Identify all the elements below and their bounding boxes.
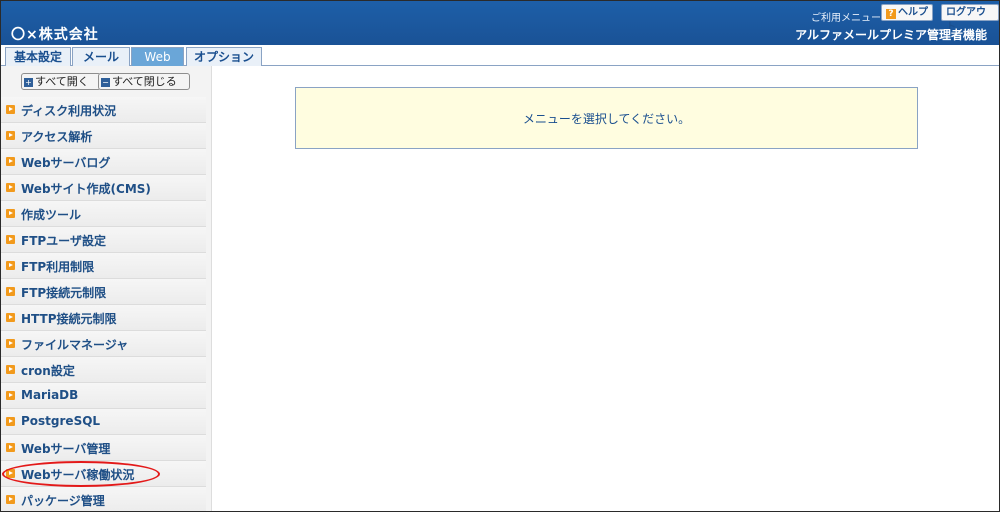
collapse-all-button[interactable]: − すべて閉じる [98,73,190,90]
sidebar-item-label: ファイルマネージャ [21,338,129,352]
sidebar-item-http-source-limits[interactable]: HTTP接続元制限 [1,305,206,331]
arrow-right-icon [6,209,15,218]
sidebar-item-cron-settings[interactable]: cron設定 [1,357,206,383]
sidebar-item-label: PostgreSQL [21,414,101,428]
sidebar-item-disk-usage[interactable]: ディスク利用状況 [1,97,206,123]
sidebar-item-ftp-source-limits[interactable]: FTP接続元制限 [1,279,206,305]
sidebar-item-label: cron設定 [21,364,75,378]
sidebar-menu: ディスク利用状況 アクセス解析 Webサーバログ Webサイト作成(CMS) 作… [1,97,206,511]
expand-icon: + [24,78,33,87]
sidebar-item-package-management[interactable]: パッケージ管理 [1,487,206,511]
arrow-right-icon [6,105,15,114]
arrow-right-icon [6,131,15,140]
sidebar-item-ftp-usage-limits[interactable]: FTP利用制限 [1,253,206,279]
sidebar-item-label: MariaDB [21,388,79,402]
arrow-right-icon [6,261,15,270]
header-bar: 〇×株式会社 ご利用メニュー ? ヘルプ ログアウト アルファメールプレミア管理者… [1,1,999,45]
sidebar-item-label: ディスク利用状況 [21,104,117,118]
sidebar-item-label: FTP接続元制限 [21,286,107,300]
arrow-right-icon [6,365,15,374]
collapse-all-label: すべて閉じる [112,75,177,88]
tab-mail[interactable]: メール [72,47,130,66]
select-menu-notice: メニューを選択してください。 [295,87,918,149]
sidebar-item-label: HTTP接続元制限 [21,312,117,326]
sidebar-item-web-server-management[interactable]: Webサーバ管理 [1,435,206,461]
usermenu-label: ご利用メニュー [811,13,881,24]
help-icon: ? [886,9,896,19]
arrow-right-icon [6,417,15,426]
sidebar-item-label: アクセス解析 [21,130,93,144]
arrow-right-icon [6,287,15,296]
sidebar-item-label: FTP利用制限 [21,260,95,274]
sidebar-item-label: FTPユーザ設定 [21,234,106,248]
app-window: 〇×株式会社 ご利用メニュー ? ヘルプ ログアウト アルファメールプレミア管理者… [0,0,1000,512]
arrow-right-icon [6,235,15,244]
arrow-right-icon [6,313,15,322]
arrow-right-icon [6,183,15,192]
sidebar-item-website-cms[interactable]: Webサイト作成(CMS) [1,175,206,201]
highlight-annotation [2,461,160,487]
arrow-right-icon [6,495,15,504]
sidebar-item-label: Webサイト作成(CMS) [21,182,151,196]
sidebar-item-access-analysis[interactable]: アクセス解析 [1,123,206,149]
collapse-icon: − [101,78,110,87]
tab-basic-settings[interactable]: 基本設定 [5,47,71,66]
arrow-right-icon [6,157,15,166]
sidebar-item-creation-tools[interactable]: 作成ツール [1,201,206,227]
sidebar-item-label: 作成ツール [21,208,82,222]
arrow-right-icon [6,339,15,348]
sidebar-item-label: パッケージ管理 [21,494,105,508]
help-button[interactable]: ? ヘルプ [881,4,933,21]
sidebar: + すべて開く − すべて閉じる ディスク利用状況 アクセス解析 Webサーバログ … [1,66,212,511]
expand-all-label: すべて開く [35,75,89,88]
sidebar-item-ftp-user-settings[interactable]: FTPユーザ設定 [1,227,206,253]
sidebar-item-label: Webサーバ管理 [21,442,111,456]
sidebar-item-postgresql[interactable]: PostgreSQL [1,409,206,435]
tab-bar: 基本設定 メール Web オプション [1,45,999,66]
sidebar-item-label: Webサーバログ [21,156,111,170]
sidebar-item-mariadb[interactable]: MariaDB [1,383,206,409]
arrow-right-icon [6,443,15,452]
tab-options[interactable]: オプション [186,47,262,66]
notice-message: メニューを選択してください。 [522,111,691,126]
tab-web[interactable]: Web [131,47,184,66]
admin-subtitle: アルファメールプレミア管理者機能 [795,28,987,42]
arrow-right-icon [6,391,15,400]
logout-button[interactable]: ログアウト [941,4,999,33]
expand-all-button[interactable]: + すべて開く [21,73,101,90]
sidebar-item-web-server-log[interactable]: Webサーバログ [1,149,206,175]
help-label: ヘルプ [898,7,928,18]
company-name: 〇×株式会社 [11,27,99,43]
sidebar-item-file-manager[interactable]: ファイルマネージャ [1,331,206,357]
